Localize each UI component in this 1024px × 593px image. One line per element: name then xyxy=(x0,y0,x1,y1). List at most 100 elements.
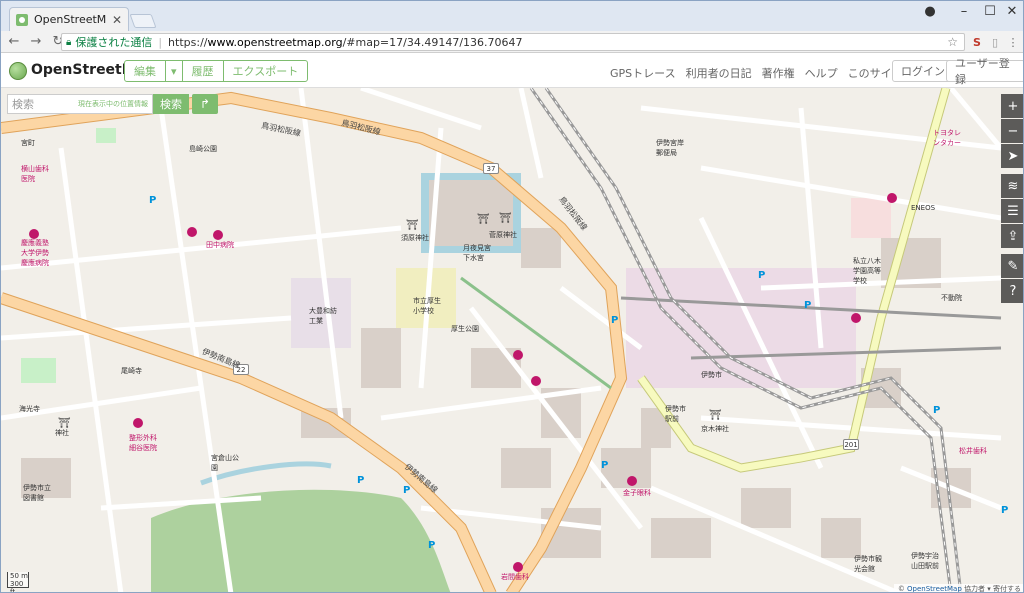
poi-label: 月夜見宮 下水宮 xyxy=(463,244,491,262)
poi-label: ENEOS xyxy=(911,204,936,212)
poi-label: 京木神社 xyxy=(701,425,729,433)
poi-label: 慶應義塾 大学伊勢 慶應病院 xyxy=(21,239,49,267)
back-arrow-icon[interactable]: ← xyxy=(5,33,23,51)
poi-label: 宮倉山公園 xyxy=(211,454,239,472)
edit-button[interactable]: 編集 xyxy=(124,60,166,82)
osm-header: OpenStreetMap 編集 ▾ 履歴 エクスポート GPSトレース 利用者… xyxy=(1,54,1023,88)
svg-text:P: P xyxy=(357,475,364,486)
poi-label: 伊勢市 駅前 xyxy=(665,405,686,423)
poi-label: 金子眼科 xyxy=(623,489,651,497)
poi-label: 伊勢宮岸 郵便局 xyxy=(656,139,684,157)
poi-label: 松井歯科 xyxy=(959,447,987,455)
svg-text:P: P xyxy=(758,270,765,281)
poi-label: 神社 xyxy=(55,429,69,437)
poi-label: 伊勢市立 図書館 xyxy=(23,484,51,502)
poi-label: 菅原神社 xyxy=(489,231,517,239)
search-input[interactable]: 検索 現在表示中の位置情報 xyxy=(7,94,153,114)
svg-text:P: P xyxy=(1001,505,1008,516)
osm-favicon-icon xyxy=(16,13,28,26)
edit-dropdown-button[interactable]: ▾ xyxy=(165,60,183,82)
url-separator: | xyxy=(158,35,163,49)
edit-button-group: 編集 ▾ 履歴 エクスポート xyxy=(124,60,309,82)
signup-button[interactable]: ユーザー登録 xyxy=(946,57,1023,86)
forest-area xyxy=(151,489,451,592)
export-button[interactable]: エクスポート xyxy=(222,60,309,82)
svg-text:P: P xyxy=(933,405,940,416)
map-canvas[interactable]: PPP PPP PPP P ⛩︎ ⛩︎ ⛩︎ ⛩︎ ⛩︎ 37 22 201 鳥… xyxy=(1,88,1023,592)
poi-label: 大豊和紡 工業 xyxy=(309,307,337,325)
poi-label: 伊勢宇治 山田駅前 xyxy=(911,552,939,570)
svg-text:P: P xyxy=(149,195,156,206)
poi-label: 市立厚生 小学校 xyxy=(413,297,441,315)
place-label: 宮町 xyxy=(21,139,35,147)
svg-text:P: P xyxy=(804,300,811,311)
profile-icon[interactable]: ● xyxy=(913,1,947,21)
svg-text:⛩︎: ⛩︎ xyxy=(406,219,419,231)
close-window-button[interactable]: ✕ xyxy=(995,1,1023,21)
poi-label: 岩間歯科 xyxy=(501,573,529,581)
directions-icon[interactable]: ↱ xyxy=(192,94,218,114)
url-text: https://www.openstreetmap.org/#map=17/34… xyxy=(168,35,523,49)
bookmark-star-icon[interactable]: ☆ xyxy=(947,35,958,49)
scale-bar: 50 m 300 ft xyxy=(7,572,29,592)
poi-label: 私立八木 学園高等 学校 xyxy=(853,257,881,285)
search-button[interactable]: 検索 xyxy=(153,94,189,114)
map-tiles: PPP PPP PPP P ⛩︎⛩︎⛩︎ ⛩︎⛩︎ xyxy=(1,88,1008,592)
poi-label: 不動院 xyxy=(941,294,962,302)
extension-s-icon[interactable]: S xyxy=(969,34,985,50)
poi-label: 横山歯科 医院 xyxy=(21,165,49,183)
nav-gps-traces[interactable]: GPSトレース xyxy=(610,65,676,81)
svg-text:⛩︎: ⛩︎ xyxy=(499,212,512,224)
forward-arrow-icon[interactable]: → xyxy=(27,33,45,51)
svg-text:P: P xyxy=(428,540,435,551)
poi-label: 厚生公園 xyxy=(451,325,479,333)
menu-dots-icon[interactable]: ⋮ xyxy=(1005,34,1021,50)
tab-strip: OpenStreetMap ✕ ● – ☐ ✕ xyxy=(1,1,1023,31)
browser-window: OpenStreetMap ✕ ● – ☐ ✕ ← → ↻ 🔒︎ 保護された通信… xyxy=(0,0,1024,593)
attribution-link[interactable]: OpenStreetMap xyxy=(907,585,962,592)
svg-text:P: P xyxy=(601,460,608,471)
svg-text:P: P xyxy=(611,315,618,326)
browser-toolbar: ← → ↻ 🔒︎ 保護された通信 | https://www.openstree… xyxy=(1,31,1023,53)
poi-label: 伊勢市観 光会館 xyxy=(854,555,882,573)
tab-close-icon[interactable]: ✕ xyxy=(112,13,122,27)
route-shield-201: 201 xyxy=(843,439,859,450)
where-am-i-link[interactable]: 現在表示中の位置情報 xyxy=(78,99,148,109)
poi-label: トヨタレ ンタカー xyxy=(933,129,961,147)
nav-copyright[interactable]: 著作権 xyxy=(762,65,795,81)
query-icon[interactable]: ? xyxy=(1001,279,1023,303)
poi-label: 尾崎寺 xyxy=(121,367,142,375)
zoom-out-button[interactable]: − xyxy=(1001,119,1023,143)
secure-label: 保護された通信 xyxy=(75,36,153,49)
poi-label: 須原神社 xyxy=(401,234,429,242)
attribution: © OpenStreetMap 協力者 ▾ 寄付する xyxy=(893,584,1023,592)
zoom-in-button[interactable]: + xyxy=(1001,94,1023,118)
new-tab-button[interactable] xyxy=(129,14,157,28)
legend-icon[interactable]: ☰ xyxy=(1001,199,1023,223)
address-bar[interactable]: 🔒︎ 保護された通信 | https://www.openstreetmap.o… xyxy=(61,33,965,51)
poi-label: 伊勢市 xyxy=(701,371,722,379)
route-shield-37: 37 xyxy=(483,163,499,174)
nav-diaries[interactable]: 利用者の日記 xyxy=(686,65,752,81)
osm-logo-icon[interactable] xyxy=(9,62,27,80)
extension-page-icon[interactable]: ▯ xyxy=(987,34,1003,50)
poi-label: 整形外科 細谷医院 xyxy=(129,434,157,452)
svg-text:⛩︎: ⛩︎ xyxy=(709,409,722,421)
browser-tab[interactable]: OpenStreetMap ✕ xyxy=(9,7,129,31)
login-button[interactable]: ログイン xyxy=(892,60,954,82)
locate-icon[interactable]: ➤ xyxy=(1001,144,1023,168)
hospital-area xyxy=(851,198,891,238)
note-icon[interactable]: ✎ xyxy=(1001,254,1023,278)
poi-label: 海光寺 xyxy=(19,405,40,413)
park-area xyxy=(21,358,56,383)
search-bar: 検索 現在表示中の位置情報 検索 ↱ xyxy=(7,94,218,114)
layers-icon[interactable]: ≋ xyxy=(1001,174,1023,198)
history-button[interactable]: 履歴 xyxy=(181,60,224,82)
tab-title: OpenStreetMap xyxy=(34,13,106,26)
svg-text:P: P xyxy=(403,485,410,496)
lock-icon: 🔒︎ xyxy=(66,36,72,48)
small-park xyxy=(96,128,116,143)
svg-text:⛩︎: ⛩︎ xyxy=(477,213,490,225)
nav-help[interactable]: ヘルプ xyxy=(805,65,838,81)
share-icon[interactable]: ⇪ xyxy=(1001,224,1023,248)
